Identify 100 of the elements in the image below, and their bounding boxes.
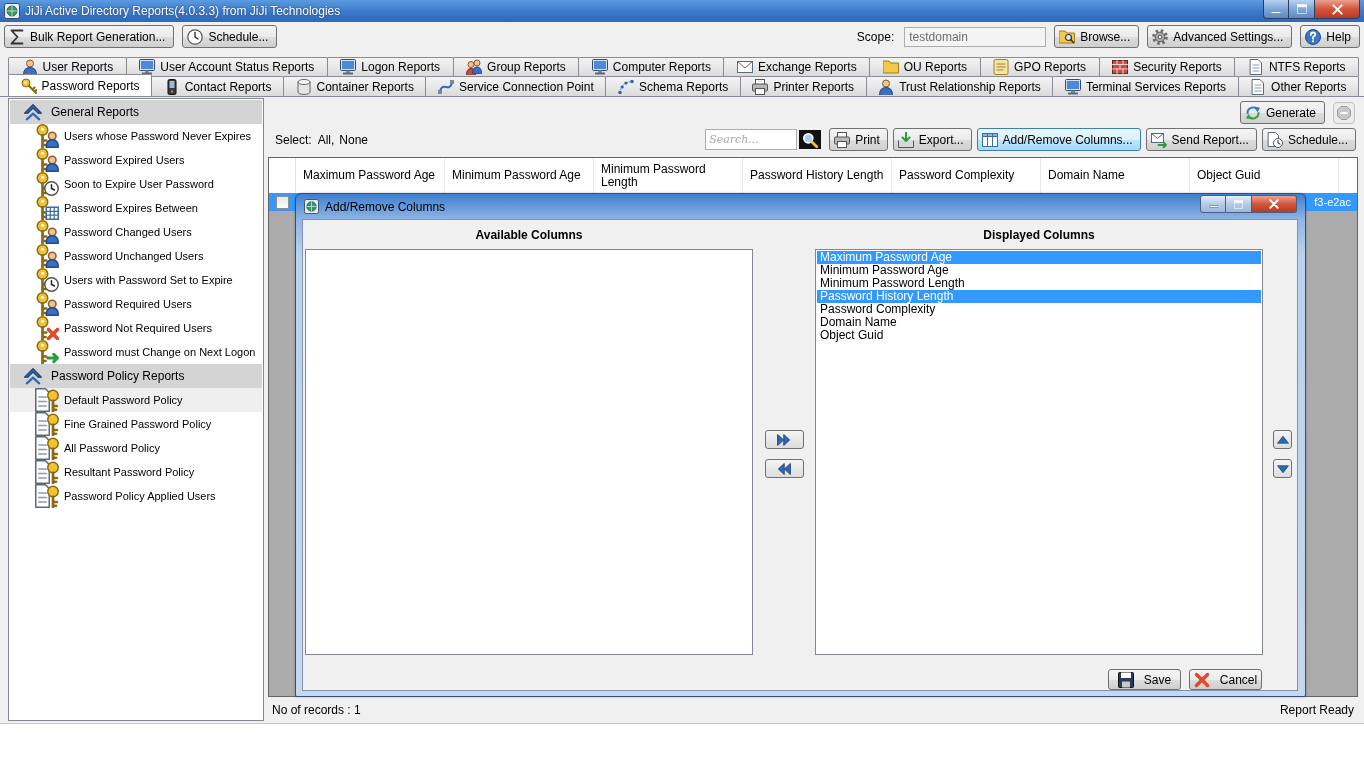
key-document-icon [35,484,59,508]
report-item[interactable]: Password Policy Applied Users [10,484,262,508]
tab[interactable]: Terminal Services Reports [1052,76,1239,96]
tab[interactable]: Container Reports [283,76,427,96]
tab[interactable]: Group Reports [452,57,580,76]
search-field[interactable]: Search... [705,129,798,150]
add-columns-button[interactable] [764,430,804,449]
report-item[interactable]: Default Password Policy [10,388,262,412]
printer-icon [834,131,851,148]
save-button[interactable]: Save [1108,669,1181,690]
app-logo-icon [304,199,319,214]
bulk-report-button[interactable]: Bulk Report Generation... [4,25,175,48]
minimize-button[interactable] [1200,195,1226,213]
cancel-button[interactable]: Cancel [1189,669,1262,690]
tab[interactable]: Security Reports [1098,57,1236,76]
list-item[interactable]: Minimum Password Age [817,264,1261,277]
print-button[interactable]: Print [829,128,888,151]
report-item[interactable]: Fine Grained Password Policy [10,412,262,436]
column-list-heading: Available Columns [474,226,584,244]
report-item[interactable]: Users whose Password Never Expires [10,124,262,148]
report-item[interactable]: Password Unchanged Users [10,244,262,268]
group-header[interactable]: General Reports [10,100,262,124]
key-person-icon [35,292,59,316]
double-arrow-left-icon [777,461,791,476]
schedule-button[interactable]: Schedule... [182,25,278,48]
settings-button[interactable]: Advanced Settings... [1147,25,1293,48]
tab[interactable]: Computer Reports [578,57,725,76]
report-item[interactable]: Password Expired Users [10,148,262,172]
schedule-report-button[interactable]: Schedule... [1261,128,1356,151]
report-item[interactable]: Password Changed Users [10,220,262,244]
tab[interactable]: User Reports [8,57,127,76]
minimize-button[interactable] [1263,0,1289,19]
send-report-button[interactable]: Send Report... [1145,128,1257,151]
clock-icon [187,28,204,45]
report-item-label: Password Changed Users [64,226,192,238]
tab[interactable]: Other Reports [1237,76,1359,96]
tab[interactable]: Printer Reports [739,76,867,96]
cross-icon [1193,671,1210,688]
list-item[interactable]: Minimum Password Length [817,277,1261,290]
document-icon [1250,78,1267,95]
dialog-title: Add/Remove Columns [325,199,446,214]
list-item[interactable]: Password Complexity [817,303,1261,316]
people-icon [466,59,483,75]
report-item[interactable]: All Password Policy [10,436,262,460]
report-item[interactable]: Password Expires Between [10,196,262,220]
report-item-label: Password Required Users [64,298,192,310]
tab[interactable]: Logon Reports [326,57,454,76]
key-person-icon [35,244,59,268]
report-item[interactable]: Resultant Password Policy [10,460,262,484]
triangle-up-icon [1276,433,1289,446]
report-item[interactable]: Soon to Expire User Password [10,172,262,196]
report-item[interactable]: Password Not Required Users [10,316,262,340]
tab[interactable]: Service Connection Point [425,76,607,96]
document-clock-icon [1266,131,1283,148]
search-button[interactable] [799,130,822,149]
report-item[interactable]: Users with Password Set to Expire [10,268,262,292]
generate-button[interactable]: Generate [1239,101,1325,124]
list-item[interactable]: Object Guid [817,329,1261,342]
tab[interactable]: Trust Relationship Reports [865,76,1054,96]
tab[interactable]: Exchange Reports [723,57,871,76]
report-item-label: Password Policy Applied Users [64,490,216,502]
row-checkbox[interactable] [276,195,289,209]
person-icon [878,78,895,95]
report-item[interactable]: Password must Change on Next Logon [10,340,262,364]
select-link[interactable]: None [339,132,369,147]
key-cross-icon [35,316,59,340]
tab[interactable]: Schema Reports [605,76,741,96]
tab[interactable]: Password Reports [8,74,153,96]
key-document-icon [35,436,59,460]
remove-columns-button[interactable] [764,459,804,478]
report-item[interactable]: Password Required Users [10,292,262,316]
close-button[interactable] [1252,195,1297,213]
move-up-button[interactable] [1273,430,1292,449]
key-grid-icon [35,196,59,220]
columns-button[interactable]: Add/Remove Columns... [976,128,1141,151]
gear-icon [1152,28,1169,45]
maximize-button[interactable] [1289,0,1315,19]
key-person-icon [35,148,59,172]
tab[interactable]: NTFS Reports [1234,57,1360,76]
group-header[interactable]: Password Policy Reports [10,364,262,388]
close-button[interactable] [1315,0,1360,19]
list-item[interactable]: Domain Name [817,316,1261,329]
help-button[interactable]: Help [1300,25,1360,48]
browse-button[interactable]: Browse... [1054,25,1140,48]
tab[interactable]: User Account Status Reports [125,57,328,76]
key-clock-icon [35,268,59,292]
select-link[interactable]: All, [317,132,335,147]
report-item-label: Password Expired Users [64,154,185,166]
record-count: No of records : 1 [272,703,361,717]
move-down-button[interactable] [1273,459,1292,478]
key-person-icon [35,220,59,244]
export-button[interactable]: Export... [892,128,972,151]
key-document-icon [35,388,59,412]
maximize-button[interactable] [1226,195,1252,213]
displayed-columns-list[interactable]: Maximum Password Age Minimum Password Age Minimum Password Length Password History Length Password Complexity Domain Name Object Guid [815,249,1263,655]
cable-icon [438,78,455,95]
tab[interactable]: OU Reports [869,57,981,76]
tab[interactable]: GPO Reports [979,57,1100,76]
report-item-label: Soon to Expire User Password [64,178,214,190]
tab[interactable]: Contact Reports [151,76,284,96]
